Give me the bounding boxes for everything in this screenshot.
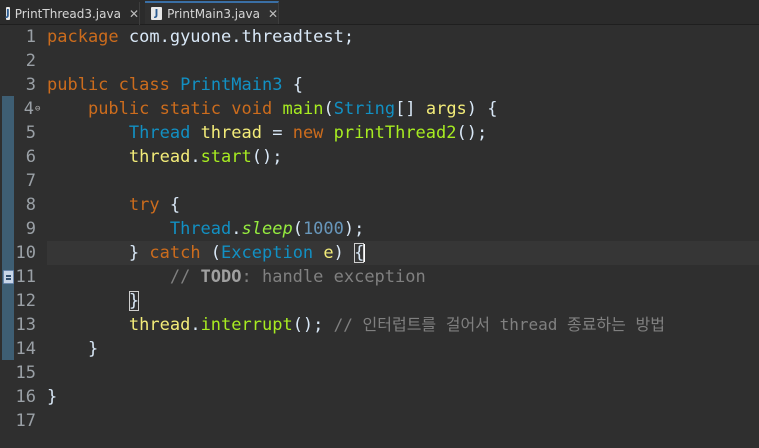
package-name: com.gyuone.threadtest;: [118, 27, 355, 47]
operator: =: [261, 123, 293, 143]
comment: : handle exception: [241, 267, 426, 287]
punctuation: .: [190, 147, 201, 167]
code-editor[interactable]: 1 2 3 4 5 6 7 8 9 10 11 12 13 14 15 16 1…: [0, 25, 759, 448]
punctuation: );: [343, 219, 365, 239]
tab-label: PrintThread3.java: [14, 6, 121, 21]
punctuation: }: [128, 243, 150, 263]
type-name: Thread: [169, 219, 232, 239]
fold-collapse-icon[interactable]: ⊖: [35, 104, 40, 114]
line-number: 2: [25, 51, 36, 71]
code-line-16: }: [47, 385, 57, 409]
line-number: 1: [25, 27, 36, 47]
line-number: 5: [25, 123, 36, 143]
line-number: 8: [25, 195, 36, 215]
punctuation: }: [87, 339, 99, 359]
keyword: class: [118, 75, 170, 95]
keyword: package: [47, 27, 119, 47]
quick-diff-change-bar: [2, 96, 14, 360]
punctuation: (: [292, 219, 303, 239]
tab-printthread3[interactable]: J PrintThread3.java ✕: [0, 2, 140, 25]
keyword: public: [87, 99, 150, 119]
editor-tab-bar: J PrintThread3.java ✕ J PrintMain3.java …: [0, 0, 759, 25]
method-name: main: [282, 99, 324, 119]
matching-bracket: }: [128, 291, 140, 311]
keyword: try: [128, 195, 160, 215]
method-name: interrupt: [200, 315, 293, 335]
code-line-3: public class PrintMain3 {: [47, 73, 303, 97]
line-number: 10: [15, 243, 36, 263]
text-caret: [364, 244, 366, 262]
punctuation: ();: [456, 123, 488, 143]
line-number: 9: [25, 219, 36, 239]
task-marker-icon[interactable]: [3, 270, 14, 284]
type-name: Thread: [128, 123, 191, 143]
todo-tag: TODO: [200, 267, 242, 287]
code-line-4: public static void main(String[] args) {: [47, 97, 498, 121]
line-number: 6: [25, 147, 36, 167]
parameter: e: [323, 243, 334, 263]
close-icon[interactable]: ✕: [268, 7, 278, 21]
code-line-12: }: [47, 289, 140, 313]
line-number: 14: [15, 339, 36, 359]
code-line-9: Thread.sleep(1000);: [47, 217, 365, 241]
punctuation: []: [395, 99, 426, 119]
punctuation: ) {: [466, 99, 498, 119]
method-name: printThread2: [333, 123, 457, 143]
line-number: 13: [15, 315, 36, 335]
variable: thread: [200, 123, 262, 143]
punctuation: .: [231, 219, 242, 239]
code-line-14: }: [47, 337, 98, 361]
type-name: String: [333, 99, 396, 119]
line-number: 12: [15, 291, 36, 311]
code-line-6: thread.start();: [47, 145, 283, 169]
line-number: 17: [15, 411, 36, 431]
punctuation: ();: [251, 147, 283, 167]
static-method: sleep: [241, 219, 293, 239]
punctuation: {: [282, 75, 303, 95]
code-line-10: } catch (Exception e) {: [47, 241, 366, 265]
type-name: Exception: [221, 243, 314, 263]
code-line-8: try {: [47, 193, 180, 217]
number-literal: 1000: [302, 219, 344, 239]
code-line-5: Thread thread = new printThread2();: [47, 121, 487, 145]
java-file-icon: J: [151, 7, 163, 20]
tab-printmain3[interactable]: J PrintMain3.java ✕: [145, 1, 279, 24]
comment: // 인터럽트를 걸어서 thread 종료하는 방법: [333, 315, 665, 334]
line-number: 7: [25, 171, 36, 191]
matching-bracket: {: [354, 243, 365, 263]
line-number: 11: [15, 267, 36, 287]
punctuation: (: [323, 99, 334, 119]
code-line-13: thread.interrupt(); // 인터럽트를 걸어서 thread …: [47, 313, 665, 337]
java-file-icon: J: [6, 7, 10, 20]
parameter: args: [425, 99, 467, 119]
code-line-11: // TODO: handle exception: [47, 265, 426, 289]
keyword: void: [231, 99, 273, 119]
tab-label: PrintMain3.java: [167, 6, 260, 21]
close-icon[interactable]: ✕: [129, 7, 139, 21]
keyword: catch: [149, 243, 201, 263]
punctuation: {: [159, 195, 181, 215]
keyword: public: [47, 75, 109, 95]
punctuation: ): [333, 243, 355, 263]
line-number: 4: [23, 99, 34, 119]
variable: thread: [128, 147, 191, 167]
punctuation: (: [200, 243, 222, 263]
class-name: PrintMain3: [180, 75, 283, 95]
code-line-1: package com.gyuone.threadtest;: [47, 25, 354, 49]
punctuation: .: [190, 315, 201, 335]
comment: //: [169, 267, 201, 287]
variable: thread: [128, 315, 191, 335]
punctuation: }: [47, 387, 58, 407]
punctuation: ();: [292, 315, 334, 335]
keyword: static: [159, 99, 222, 119]
method-name: start: [200, 147, 252, 167]
line-number: 16: [15, 387, 36, 407]
line-number: 15: [15, 363, 36, 383]
line-number: 3: [25, 75, 36, 95]
keyword: new: [292, 123, 324, 143]
